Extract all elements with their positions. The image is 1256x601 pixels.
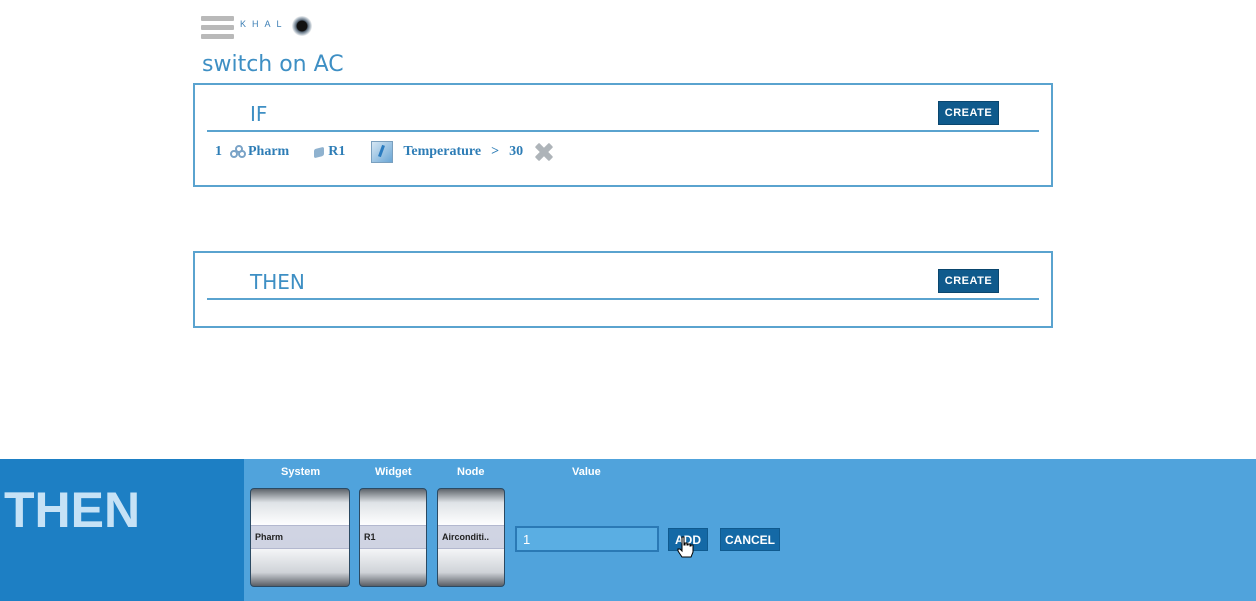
cancel-button[interactable]: CANCEL (720, 528, 780, 551)
then-panel-header: THEN CREATE (207, 253, 1039, 300)
temperature-sensor-icon (371, 141, 394, 163)
system-picker[interactable]: Pharm (250, 488, 350, 587)
if-panel-header: IF CREATE (207, 85, 1039, 132)
widget-picker[interactable]: R1 (359, 488, 427, 587)
value-input[interactable] (515, 526, 659, 552)
node-column-label: Node (457, 466, 485, 478)
hand-cursor-icon (677, 536, 694, 558)
brand-logo-text: KHAL (240, 19, 288, 29)
condition-operator: > (491, 144, 500, 159)
system-icon (230, 145, 246, 159)
if-title: IF (250, 102, 268, 126)
editor-side-panel: THEN (0, 459, 244, 601)
node-picker-selected: Airconditi.. (438, 525, 504, 549)
condition-index: 1 (215, 144, 222, 159)
system-picker-selected: Pharm (251, 525, 349, 549)
brand-eye-icon (292, 16, 312, 36)
widget-icon (313, 146, 326, 158)
if-panel: IF CREATE 1 Pharm R1 Temperature > 30 (193, 83, 1053, 187)
condition-widget: R1 (328, 144, 346, 159)
condition-system: Pharm (248, 144, 290, 159)
action-editor: THEN System Widget Node Value Pharm R1 A… (0, 459, 1256, 601)
delete-condition-icon[interactable] (533, 141, 555, 163)
then-panel: THEN CREATE (193, 251, 1053, 328)
hamburger-menu-icon[interactable] (201, 16, 234, 43)
if-create-button[interactable]: CREATE (938, 101, 999, 125)
system-column-label: System (281, 466, 321, 478)
widget-column-label: Widget (375, 466, 412, 478)
condition-node: Temperature (403, 144, 482, 159)
condition-row: 1 Pharm R1 Temperature > 30 (215, 141, 555, 163)
widget-picker-selected: R1 (360, 525, 426, 549)
condition-value: 30 (509, 144, 524, 159)
rule-title: switch on AC (202, 52, 344, 77)
value-column-label: Value (572, 466, 601, 478)
editor-side-title: THEN (4, 482, 141, 538)
then-title: THEN (250, 270, 305, 294)
then-create-button[interactable]: CREATE (938, 269, 999, 293)
node-picker[interactable]: Airconditi.. (437, 488, 505, 587)
